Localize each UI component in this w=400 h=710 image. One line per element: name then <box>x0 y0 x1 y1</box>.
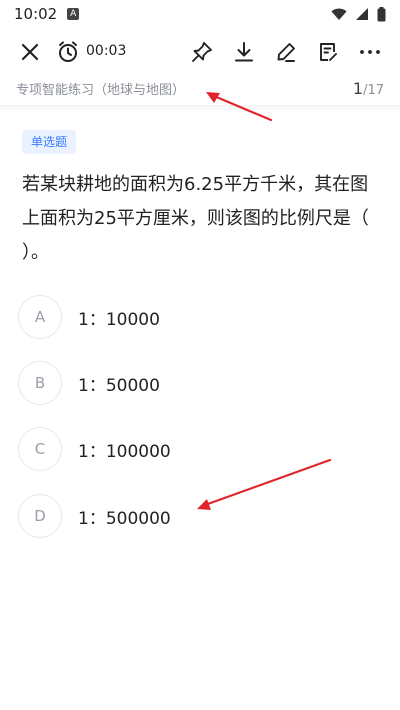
status-icons <box>331 6 386 22</box>
wifi-icon <box>331 8 347 20</box>
pin-icon[interactable] <box>188 38 216 66</box>
close-icon[interactable] <box>16 38 44 66</box>
total-questions: /17 <box>363 83 384 98</box>
signal-icon <box>356 8 368 20</box>
more-icon[interactable] <box>356 38 384 66</box>
option-letter: A <box>18 295 62 339</box>
current-question-number: 1 <box>352 79 364 98</box>
option-c[interactable]: C 1：100000 <box>18 426 378 472</box>
timer-readout: 00:03 <box>86 43 127 59</box>
practice-title: 专项智能练习（地球与地图） <box>16 83 186 98</box>
option-letter: C <box>18 427 62 471</box>
option-b[interactable]: B 1：50000 <box>18 360 378 406</box>
status-time: 10:02 <box>14 5 58 23</box>
status-bar: 10:02 A <box>0 0 400 28</box>
annotation-arrows <box>197 92 332 510</box>
option-text: 1：10000 <box>78 309 160 330</box>
option-letter: D <box>18 494 62 538</box>
question-counter: 1/17 <box>353 79 384 98</box>
option-letter: B <box>18 361 62 405</box>
option-text: 1：50000 <box>78 375 160 396</box>
option-text: 1：500000 <box>78 508 171 529</box>
question-text: 若某块耕地的面积为6.25平方千米，其在图上面积为25平方厘米，则该图的比例尺是… <box>22 174 369 263</box>
battery-icon <box>377 6 386 21</box>
edit-icon[interactable] <box>272 38 300 66</box>
notification-icon: A <box>67 8 80 20</box>
download-icon[interactable] <box>230 38 258 66</box>
timer-icon[interactable] <box>54 38 82 66</box>
top-toolbar: 00:03 <box>0 30 400 74</box>
note-icon[interactable] <box>314 38 342 66</box>
option-d[interactable]: D 1：500000 <box>18 493 378 539</box>
practice-header: 专项智能练习（地球与地图） 1/17 <box>0 72 400 106</box>
option-text: 1：100000 <box>78 441 171 462</box>
option-a[interactable]: A 1：10000 <box>18 294 378 340</box>
question-type-badge: 单选题 <box>22 130 77 154</box>
